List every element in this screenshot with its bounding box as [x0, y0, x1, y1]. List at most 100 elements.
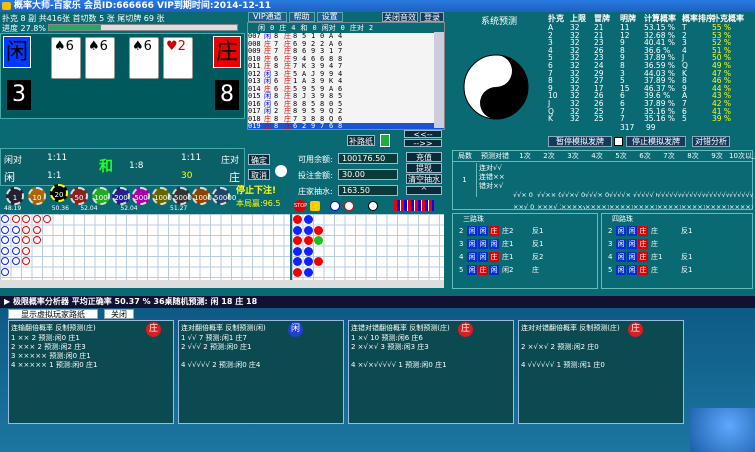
close-sound-button[interactable]: 关闭音效: [382, 12, 418, 22]
stats-cell: 5: [682, 114, 687, 124]
bet-amount-value[interactable]: 30.00: [338, 169, 398, 180]
analyzer-line: [521, 351, 681, 360]
stop-sim-button[interactable]: 停止模拟发牌: [626, 136, 686, 147]
road-cell: 庄: [638, 239, 648, 249]
stats-cell: K: [548, 114, 553, 124]
predict-header-cell: 6次: [639, 152, 651, 160]
withdraw-button[interactable]: 提现: [406, 163, 442, 173]
history-header-cell: 0: [270, 24, 275, 32]
chip-total-3: 52.04: [80, 205, 98, 212]
history-scrollbar[interactable]: [434, 32, 444, 128]
predict-cell: ××××××××××√ 0: [705, 203, 729, 211]
player-pair-odds: 1:11: [47, 153, 68, 163]
chip-50000[interactable]: 50000: [212, 187, 236, 205]
tie-label[interactable]: 和: [99, 156, 113, 176]
predict-cell: √√× 0: [513, 191, 533, 199]
stop-icon[interactable]: STOP: [294, 200, 307, 212]
pause-sim-button[interactable]: 暂停模拟发牌: [548, 136, 612, 147]
stats-cell: 10: [548, 91, 558, 101]
road-index: 3: [459, 240, 464, 248]
road-right: 反2: [532, 253, 544, 261]
show-path-button[interactable]: 显示虚拟玩家路纸: [8, 309, 98, 319]
bead-road-mark: [293, 257, 302, 266]
road-cell: 闲: [467, 265, 477, 275]
chip-10[interactable]: 10: [28, 187, 46, 205]
road-cell: 庄: [489, 252, 499, 262]
predict-table-header: 局数 预测对错 1次 2次 3次 4次 5次 6次 7次 8次 9次 10次以上: [453, 151, 755, 162]
big-road-mark: [43, 215, 51, 223]
chip-1[interactable]: 1: [6, 187, 24, 205]
banker-circle-icon[interactable]: [344, 201, 354, 211]
road-cell: 庄2: [502, 227, 514, 235]
road-cell: 闲: [467, 226, 477, 236]
add-road-button[interactable]: 补路纸: [347, 135, 375, 146]
predict-cell: √√√× 0: [585, 191, 609, 199]
road-cell: 闲: [478, 252, 488, 262]
player-label: 闲: [3, 36, 31, 68]
player-circle-icon[interactable]: [330, 201, 340, 211]
chip-500[interactable]: 500: [132, 187, 150, 205]
road-cell: 闲: [467, 239, 477, 249]
analyzer-close-button[interactable]: 关闭: [104, 309, 134, 319]
big-road-mark: [1, 246, 9, 255]
big-road-mark: [1, 225, 9, 234]
predict-header-cell: 1次: [519, 152, 531, 160]
analyzer-panel-4: 连对对错翻倍概率 反制预测(庄) 庄 2 ×√×√ 2 预测:闲2 庄0 4 √√√√…: [518, 320, 684, 424]
bead-road-mark: [314, 225, 323, 235]
chart-icon[interactable]: [380, 134, 390, 147]
prev-button[interactable]: <<--: [404, 130, 442, 139]
bead-road-marks: [292, 214, 444, 280]
big-road-mark: [1, 267, 9, 276]
analyzer-badge: 闲: [288, 322, 303, 337]
chip-20[interactable]: 20: [50, 184, 68, 202]
road-cell: 庄: [651, 266, 658, 274]
sim-checkbox[interactable]: [614, 137, 623, 146]
predict-cell: ×××××××√ 0: [633, 203, 657, 211]
history-list[interactable]: 闲 0 庄 4 和 0 闲对 0 庄对 2 007 闲 8 庄 8 5 1 0 A 4 008 庄 7 庄 6 9 2 2 A 6 009…: [247, 22, 445, 130]
predict-header-cell: 8次: [687, 152, 699, 160]
stats-cell: 32: [570, 114, 580, 124]
big-road-mark: [11, 246, 20, 255]
analysis-button[interactable]: 对错分析: [692, 136, 730, 147]
menu-vip[interactable]: VIP通道: [248, 12, 287, 22]
this-round-win: 本局赢:96.5: [236, 199, 281, 208]
predict-cell: √√√√√√√√√ 0: [729, 191, 753, 199]
predict-cell: ××××××√ 0: [609, 203, 633, 211]
clear-commission-button[interactable]: 清空抽水: [406, 174, 442, 184]
chip-100[interactable]: 100: [92, 187, 110, 205]
bars-icon[interactable]: [394, 200, 434, 211]
road-cell: 闲: [627, 226, 637, 236]
road-row: 5 闲闲庄庄反1: [608, 265, 752, 276]
road-index: 5: [459, 266, 464, 274]
scroll-up-button[interactable]: ^: [406, 186, 442, 195]
menu-settings[interactable]: 设置: [316, 12, 343, 22]
confirm-button[interactable]: 确定: [248, 154, 270, 165]
banker-pair-label[interactable]: 庄对: [221, 153, 239, 166]
smile-icon[interactable]: [310, 201, 320, 211]
menu-help[interactable]: 帮助: [288, 12, 315, 22]
login-button[interactable]: 登录: [420, 12, 444, 22]
road-cell: 闲: [478, 226, 488, 236]
history-cell: 2: [302, 122, 307, 130]
horizontal-scrollbar[interactable]: [0, 280, 444, 288]
player-pair-label[interactable]: 闲对: [4, 153, 22, 166]
big-road-mark: [11, 215, 20, 223]
stats-totals: 317 99: [548, 123, 753, 132]
bead-road-mark: [303, 267, 313, 277]
tie-circle-icon[interactable]: [368, 201, 378, 211]
road-toolbar: STOP: [294, 200, 444, 212]
next-button[interactable]: -->>: [404, 139, 442, 148]
chip-5000[interactable]: 5000: [172, 187, 192, 205]
cancel-button[interactable]: 取消: [248, 169, 270, 180]
big-road-mark: [11, 236, 20, 244]
player-card-2: ♠6: [85, 37, 115, 79]
deposit-button[interactable]: 充值: [406, 152, 442, 162]
available-value: 100176.50: [338, 153, 398, 164]
road-index: 4: [608, 253, 613, 261]
chip-200[interactable]: 200: [112, 187, 130, 205]
road-row: 2 闲闲庄庄反1: [608, 226, 752, 237]
player-bet-label[interactable]: 闲: [4, 169, 15, 185]
chip-1000[interactable]: 1000: [152, 187, 172, 205]
chip-50[interactable]: 50: [70, 187, 88, 205]
chip-10000[interactable]: 10000: [192, 187, 216, 205]
